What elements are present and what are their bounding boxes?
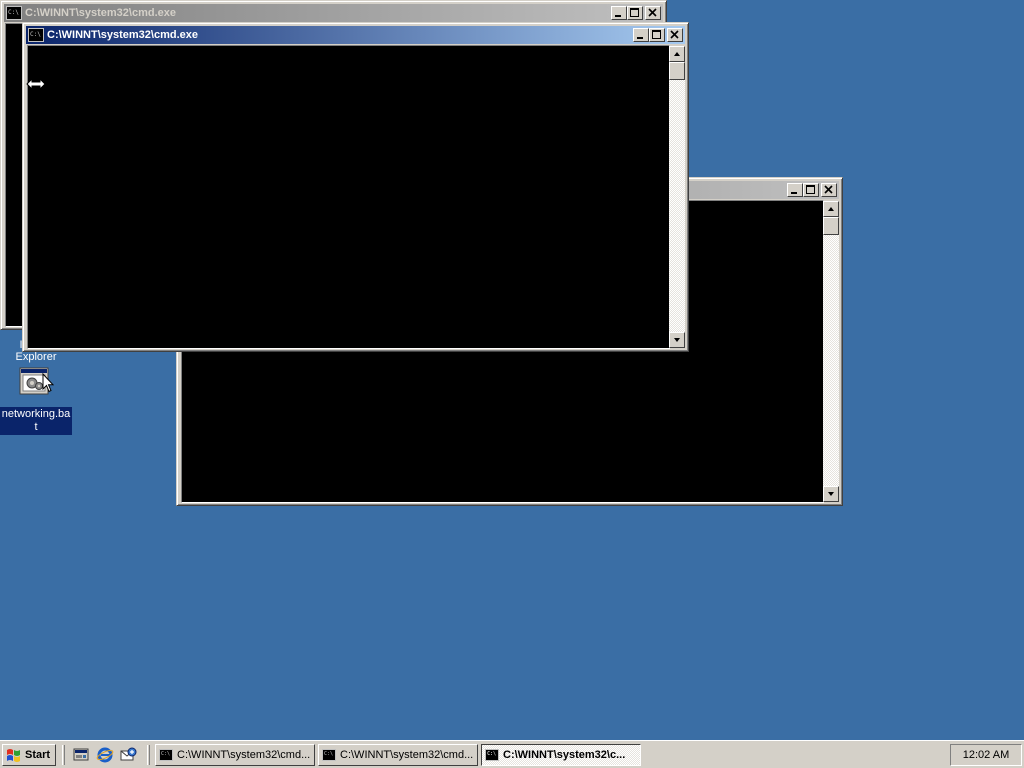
scroll-down-button[interactable] <box>669 332 685 348</box>
title-bar[interactable]: C:\ C:\WINNT\system32\cmd.exe <box>4 4 663 22</box>
console-icon: C:\ <box>28 28 44 42</box>
taskbar-button-cmd-2[interactable]: C:\ C:\WINNT\system32\cmd... <box>318 744 478 766</box>
taskbar: Start C:\ C:\WINNT\system32\cmd... C:\ C… <box>0 740 1024 768</box>
close-button[interactable] <box>821 183 837 197</box>
maximize-button[interactable] <box>627 6 643 20</box>
console-icon: C:\ <box>6 6 22 20</box>
vertical-scrollbar[interactable] <box>823 201 839 502</box>
taskbar-button-cmd-3[interactable]: C:\ C:\WINNT\system32\c... <box>481 744 641 766</box>
taskbar-button-cmd-1[interactable]: C:\ C:\WINNT\system32\cmd... <box>155 744 315 766</box>
start-label: Start <box>25 749 51 761</box>
title-bar[interactable]: C:\ C:\WINNT\system32\cmd.exe <box>26 26 685 44</box>
show-desktop-icon[interactable] <box>72 746 90 764</box>
resize-cursor-icon <box>26 77 46 91</box>
down-arrow-icon <box>674 338 680 342</box>
system-tray: 12:02 AM <box>950 744 1022 766</box>
maximize-button[interactable] <box>649 28 665 42</box>
console-area[interactable] <box>27 45 670 349</box>
console-icon: C:\ <box>322 749 336 761</box>
outlook-express-icon[interactable] <box>119 746 137 764</box>
toolbar-grip[interactable] <box>147 745 150 765</box>
desktop-icon-label-line1: networking.ba <box>1 408 71 420</box>
console-icon: C:\ <box>485 749 499 761</box>
down-arrow-icon <box>828 492 834 496</box>
scroll-up-button[interactable] <box>823 201 839 217</box>
console-icon: C:\ <box>159 749 173 761</box>
clock[interactable]: 12:02 AM <box>963 749 1009 761</box>
window-title: C:\WINNT\system32\cmd.exe <box>25 7 176 19</box>
close-button[interactable] <box>645 6 661 20</box>
up-arrow-icon <box>674 52 680 56</box>
minimize-button[interactable] <box>787 183 803 197</box>
window-title: C:\WINNT\system32\cmd.exe <box>47 29 198 41</box>
task-label: C:\WINNT\system32\cmd... <box>177 749 311 761</box>
up-arrow-icon <box>828 207 834 211</box>
maximize-button[interactable] <box>803 183 819 197</box>
close-button[interactable] <box>667 28 683 42</box>
desktop-icon-label-ie-line2[interactable]: Explorer <box>15 351 57 363</box>
scroll-thumb[interactable] <box>823 217 839 235</box>
scroll-down-button[interactable] <box>823 486 839 502</box>
scroll-thumb[interactable] <box>669 62 685 80</box>
cmd-window-front[interactable]: C:\ C:\WINNT\system32\cmd.exe <box>22 22 689 352</box>
start-button[interactable]: Start <box>2 744 56 766</box>
minimize-button[interactable] <box>611 6 627 20</box>
mouse-pointer-icon <box>42 372 55 393</box>
minimize-button[interactable] <box>633 28 649 42</box>
desktop-icon-label-networking[interactable]: networking.ba t <box>0 407 72 435</box>
windows-logo-icon <box>7 749 20 762</box>
vertical-scrollbar[interactable] <box>669 46 685 348</box>
task-label: C:\WINNT\system32\c... <box>503 749 626 761</box>
desktop-icon-label-line2: t <box>34 421 38 433</box>
internet-explorer-icon[interactable] <box>96 746 114 764</box>
task-label: C:\WINNT\system32\cmd... <box>340 749 474 761</box>
scroll-up-button[interactable] <box>669 46 685 62</box>
toolbar-grip[interactable] <box>62 745 65 765</box>
